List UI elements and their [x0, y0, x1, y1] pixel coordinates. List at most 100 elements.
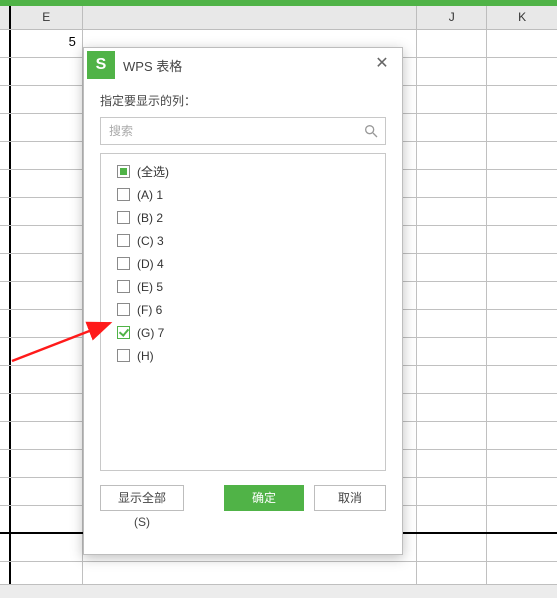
column-item[interactable]: (E) 5: [109, 275, 377, 298]
checkbox-label: (B) 2: [137, 211, 163, 225]
row-gutter: [0, 394, 11, 421]
column-item[interactable]: (F) 6: [109, 298, 377, 321]
row-gutter: [0, 254, 11, 281]
cell[interactable]: [11, 506, 83, 532]
cell[interactable]: [487, 198, 557, 225]
checkbox-icon[interactable]: [117, 234, 130, 247]
dialog-button-row: 显示全部(S) 确定 取消: [100, 485, 386, 511]
column-header-j[interactable]: J: [417, 6, 487, 29]
row-gutter: [0, 366, 11, 393]
checkbox-icon[interactable]: [117, 188, 130, 201]
cell[interactable]: [417, 506, 487, 532]
cell[interactable]: [11, 450, 83, 477]
app-icon: S: [87, 51, 115, 79]
cell[interactable]: [11, 170, 83, 197]
checkbox-icon[interactable]: [117, 280, 130, 293]
cell[interactable]: [487, 478, 557, 505]
close-icon[interactable]: ✕: [370, 53, 394, 77]
cell[interactable]: [487, 338, 557, 365]
cell[interactable]: [417, 366, 487, 393]
row-gutter: [0, 478, 11, 505]
checkbox-icon[interactable]: [117, 303, 130, 316]
cell[interactable]: [487, 422, 557, 449]
cell[interactable]: [417, 226, 487, 253]
cell[interactable]: [487, 394, 557, 421]
cell[interactable]: [417, 394, 487, 421]
column-item[interactable]: (A) 1: [109, 183, 377, 206]
cell[interactable]: [417, 534, 487, 561]
cell[interactable]: [11, 58, 83, 85]
cell[interactable]: [487, 254, 557, 281]
cell[interactable]: [11, 338, 83, 365]
cell[interactable]: [417, 450, 487, 477]
cell[interactable]: [417, 198, 487, 225]
row-gutter: [0, 86, 11, 113]
column-header-k[interactable]: K: [487, 6, 557, 29]
cell[interactable]: [487, 506, 557, 532]
checkbox-icon[interactable]: [117, 165, 130, 178]
cell[interactable]: [11, 310, 83, 337]
cell[interactable]: [11, 86, 83, 113]
button-spacer: [194, 485, 214, 511]
checkbox-icon[interactable]: [117, 257, 130, 270]
row-gutter: [0, 338, 11, 365]
cell[interactable]: [487, 450, 557, 477]
cell[interactable]: [11, 114, 83, 141]
ok-button[interactable]: 确定: [224, 485, 304, 511]
dialog-title: WPS 表格: [123, 56, 370, 75]
show-all-button[interactable]: 显示全部(S): [100, 485, 184, 511]
cell[interactable]: [487, 366, 557, 393]
column-item[interactable]: (G) 7: [109, 321, 377, 344]
column-listbox[interactable]: (全选)(A) 1 (B) 2 (C) 3(D) 4(E) 5(F) 6(G) 7(…: [100, 153, 386, 471]
cell[interactable]: [487, 534, 557, 561]
column-headers-row: E J K: [0, 6, 557, 30]
column-header-e[interactable]: E: [11, 6, 83, 29]
search-field-wrap: [100, 117, 386, 145]
column-item[interactable]: (H): [109, 344, 377, 367]
cell[interactable]: [417, 58, 487, 85]
cell[interactable]: [487, 310, 557, 337]
cell[interactable]: [11, 226, 83, 253]
cell[interactable]: [417, 254, 487, 281]
cell[interactable]: [487, 226, 557, 253]
dialog-titlebar[interactable]: S WPS 表格 ✕: [84, 48, 402, 82]
cell[interactable]: [417, 142, 487, 169]
cell[interactable]: [487, 142, 557, 169]
checkbox-icon[interactable]: [117, 349, 130, 362]
column-header-hidden-region[interactable]: [83, 6, 418, 29]
checkbox-icon[interactable]: [117, 326, 130, 339]
cell[interactable]: [11, 366, 83, 393]
cell[interactable]: [11, 142, 83, 169]
cancel-button[interactable]: 取消: [314, 485, 386, 511]
search-input[interactable]: [101, 118, 385, 144]
column-item[interactable]: (D) 4: [109, 252, 377, 275]
column-item[interactable]: (B) 2: [109, 206, 377, 229]
row-gutter: [0, 450, 11, 477]
cell[interactable]: [487, 58, 557, 85]
cell[interactable]: [417, 30, 487, 57]
cell[interactable]: [417, 478, 487, 505]
cell[interactable]: [487, 282, 557, 309]
cell[interactable]: [417, 86, 487, 113]
cell[interactable]: [487, 86, 557, 113]
checkbox-icon[interactable]: [117, 211, 130, 224]
cell[interactable]: [417, 338, 487, 365]
cell[interactable]: 5: [11, 30, 83, 57]
cell[interactable]: [487, 114, 557, 141]
cell[interactable]: [417, 282, 487, 309]
cell[interactable]: [11, 254, 83, 281]
select-all-item[interactable]: (全选): [109, 160, 377, 183]
cell[interactable]: [487, 30, 557, 57]
cell[interactable]: [417, 114, 487, 141]
cell[interactable]: [11, 534, 83, 561]
cell[interactable]: [11, 394, 83, 421]
cell[interactable]: [11, 198, 83, 225]
column-item[interactable]: (C) 3: [109, 229, 377, 252]
cell[interactable]: [487, 170, 557, 197]
cell[interactable]: [11, 422, 83, 449]
cell[interactable]: [11, 282, 83, 309]
cell[interactable]: [417, 422, 487, 449]
cell[interactable]: [11, 478, 83, 505]
cell[interactable]: [417, 170, 487, 197]
cell[interactable]: [417, 310, 487, 337]
